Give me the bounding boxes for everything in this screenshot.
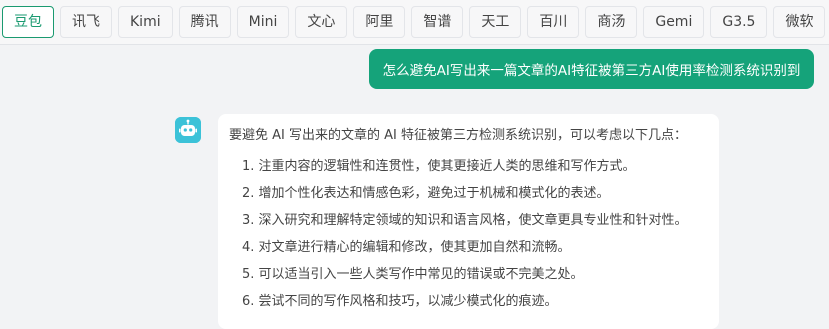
model-tab-bar: 豆包讯飞Kimi腾讯Mini文心阿里智谱天工百川商汤GemiG3.5微软智谱4.… [0,0,829,45]
tab-model-5[interactable]: 文心 [295,6,348,38]
bot-intro-text: 要避免 AI 写出来的文章的 AI 特征被第三方检测系统识别，可以考虑以下几点： [229,128,687,143]
list-item: 5. 可以适当引入一些人类写作中常见的错误或不完美之处。 [242,267,584,282]
list-item: 3. 深入研究和理解特定领域的知识和语言风格，使文章更具专业性和针对性。 [242,213,688,228]
list-item: 2. 增加个性化表达和情感色彩，避免过于机械和模式化的表述。 [242,186,610,201]
tab-model-4[interactable]: Mini [236,6,290,38]
tab-model-6[interactable]: 阿里 [353,6,406,38]
bot-message-bubble: 要避免 AI 写出来的文章的 AI 特征被第三方检测系统识别，可以考虑以下几点：… [218,114,719,329]
tab-model-13[interactable]: 微软 [773,6,826,38]
tab-model-1[interactable]: 讯飞 [60,6,112,38]
user-message-bubble: 怎么避免AI写出来一篇文章的AI特征被第三方AI使用率检测系统识别到 [369,49,814,89]
tab-model-2[interactable]: Kimi [118,6,173,38]
tab-model-12[interactable]: G3.5 [710,6,768,38]
robot-icon [175,117,201,143]
user-message-text: 怎么避免AI写出来一篇文章的AI特征被第三方AI使用率检测系统识别到 [382,63,801,79]
tab-model-3[interactable]: 腾讯 [178,6,231,38]
tab-model-0[interactable]: 豆包 [2,6,54,38]
tab-model-7[interactable]: 智谱 [411,6,464,38]
bot-points-list: 1. 注重内容的逻辑性和连贯性，使其更接近人类的思维和写作方式。 2. 增加个性… [229,153,705,315]
tab-model-11[interactable]: Gemi [643,6,705,38]
list-item: 1. 注重内容的逻辑性和连贯性，使其更接近人类的思维和写作方式。 [242,159,636,174]
tab-model-9[interactable]: 百川 [527,6,580,38]
tab-model-10[interactable]: 商汤 [585,6,638,38]
list-item: 6. 尝试不同的写作风格和技巧，以减少模式化的痕迹。 [242,294,558,309]
tab-model-8[interactable]: 天工 [469,6,522,38]
list-item: 4. 对文章进行精心的编辑和修改，使其更加自然和流畅。 [242,240,571,255]
